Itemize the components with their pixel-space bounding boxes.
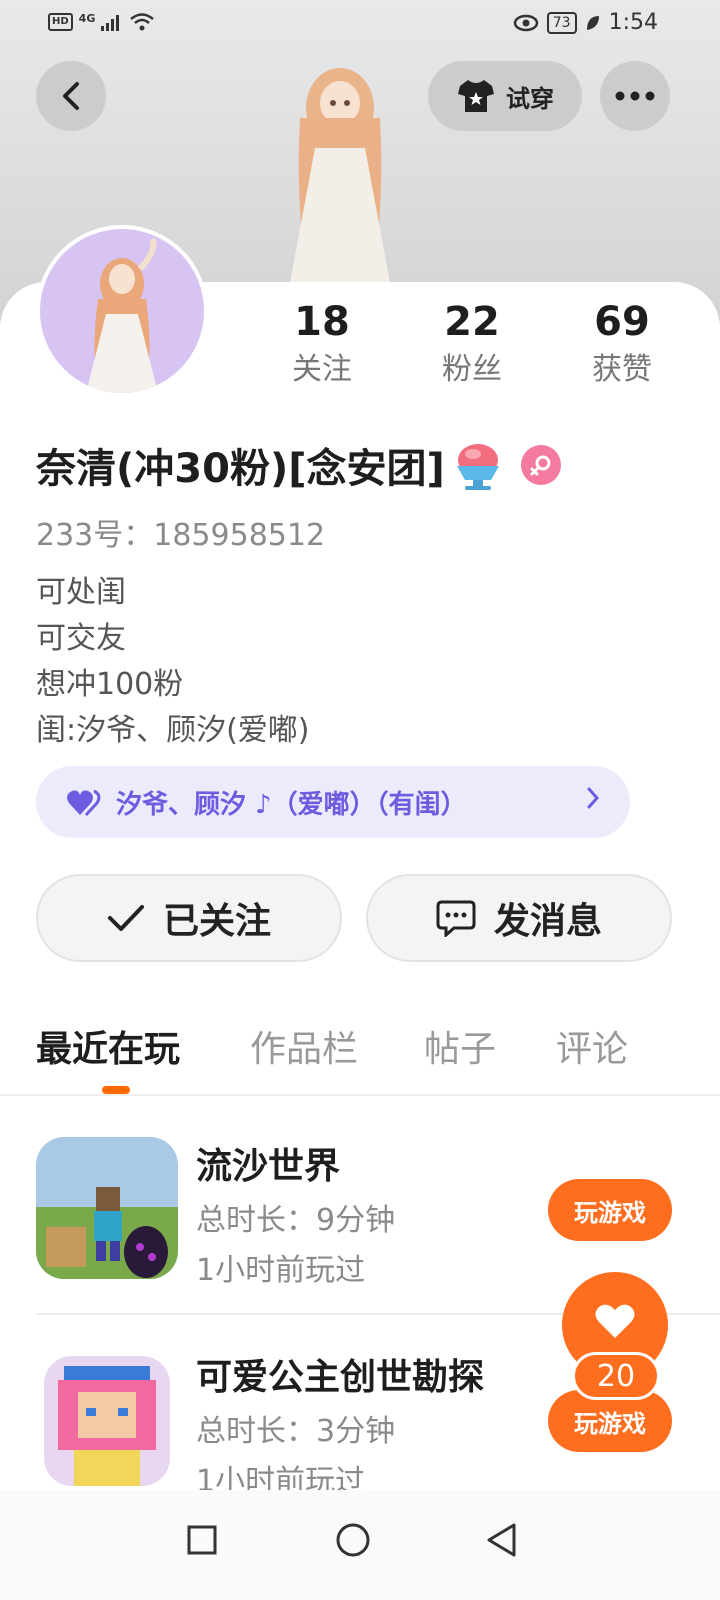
- wifi-icon: [130, 13, 155, 31]
- send-message-button[interactable]: 发消息: [366, 874, 672, 962]
- tab-recently-played[interactable]: 最近在玩: [36, 1020, 180, 1072]
- user-id: 233号：185958512: [36, 518, 326, 553]
- triangle-back-nav-icon: [487, 1523, 516, 1557]
- game-last-played: 1小时前玩过: [196, 1253, 366, 1288]
- female-icon: [520, 445, 561, 485]
- stat-likes[interactable]: 69 获赞: [562, 296, 682, 392]
- send-message-label: 发消息: [493, 901, 602, 942]
- heart-icon: [595, 1304, 635, 1338]
- heart-icon: [67, 789, 101, 817]
- like-count-badge: 20: [572, 1352, 660, 1400]
- circle-nav-icon: [336, 1523, 370, 1557]
- bio-line: 可交友: [36, 621, 126, 656]
- game-name: 可爱公主创世勘探: [196, 1357, 485, 1398]
- try-on-label: 试穿: [506, 84, 554, 113]
- game-icon-quicksand-world: [36, 1137, 178, 1279]
- active-tab-indicator: [102, 1086, 130, 1094]
- likes-label: 获赞: [592, 352, 652, 387]
- home-button[interactable]: [323, 1510, 383, 1570]
- likes-count: 69: [594, 299, 650, 345]
- group-tag-pill[interactable]: 汐爷、顾汐 ♪（爱嘟）（有闺）: [36, 766, 630, 838]
- following-label: 关注: [292, 352, 352, 387]
- avatar-figure: [86, 237, 158, 393]
- bio-line: 可处闺: [36, 575, 126, 610]
- tab-comments[interactable]: 评论: [556, 1020, 628, 1072]
- hd-badge: HD: [48, 13, 73, 31]
- more-button[interactable]: [600, 61, 670, 131]
- square-nav-icon: [187, 1525, 217, 1555]
- game-duration: 总时长：9分钟: [196, 1203, 396, 1238]
- profile-tabs: 最近在玩 作品栏 帖子 评论: [0, 1020, 720, 1096]
- check-icon: [107, 905, 144, 931]
- tab-posts[interactable]: 帖子: [424, 1020, 496, 1072]
- play-game-button[interactable]: 玩游戏: [548, 1179, 672, 1241]
- game-icon-cute-princess: [44, 1356, 170, 1486]
- stat-following[interactable]: 18 关注: [262, 296, 382, 392]
- group-tag-text: 汐爷、顾汐 ♪（爱嘟）（有闺）: [116, 789, 467, 820]
- stat-fans[interactable]: 22 粉丝: [412, 296, 532, 392]
- system-navigation-bar: [0, 1490, 720, 1600]
- back-arrow-icon: [63, 82, 79, 110]
- avatar-3d-figure: [290, 68, 390, 283]
- username-row: 奈清(冲30粉)[念安团]: [36, 436, 561, 494]
- back-nav-button[interactable]: [472, 1510, 532, 1570]
- try-on-button[interactable]: 试穿: [428, 61, 582, 131]
- bio: 可处闺 可交友 想冲100粉 闺:汐爷、顾汐(爱嘟): [36, 570, 310, 754]
- chevron-right-icon: [586, 786, 600, 817]
- status-bar: HD 4G 73 1:54: [0, 0, 720, 50]
- bio-line: 想冲100粉: [36, 667, 184, 702]
- more-dots-icon: [615, 91, 655, 101]
- fans-label: 粉丝: [442, 352, 502, 387]
- following-count: 18: [294, 299, 350, 345]
- leaf-icon: [586, 15, 599, 30]
- followed-button[interactable]: 已关注: [36, 874, 342, 962]
- back-button[interactable]: [36, 61, 106, 131]
- eye-icon: [513, 14, 539, 31]
- signal-icon: [101, 15, 120, 31]
- game-duration: 总时长：3分钟: [196, 1414, 396, 1449]
- username: 奈清(冲30粉)[念安团]: [36, 446, 445, 492]
- chat-bubble-icon: [436, 900, 476, 937]
- followed-label: 已关注: [162, 901, 271, 942]
- clock: 1:54: [608, 10, 658, 35]
- fans-count: 22: [444, 299, 500, 345]
- network-type: 4G: [78, 11, 96, 25]
- tab-works[interactable]: 作品栏: [250, 1020, 358, 1072]
- shaved-ice-emoji-icon: [456, 444, 499, 490]
- avatar-image: [40, 229, 204, 393]
- battery-indicator: 73: [546, 11, 577, 34]
- game-name: 流沙世界: [196, 1146, 341, 1187]
- avatar[interactable]: [36, 225, 208, 397]
- tshirt-icon: [458, 80, 494, 112]
- bio-line: 闺:汐爷、顾汐(爱嘟): [36, 713, 310, 748]
- recent-apps-button[interactable]: [172, 1510, 232, 1570]
